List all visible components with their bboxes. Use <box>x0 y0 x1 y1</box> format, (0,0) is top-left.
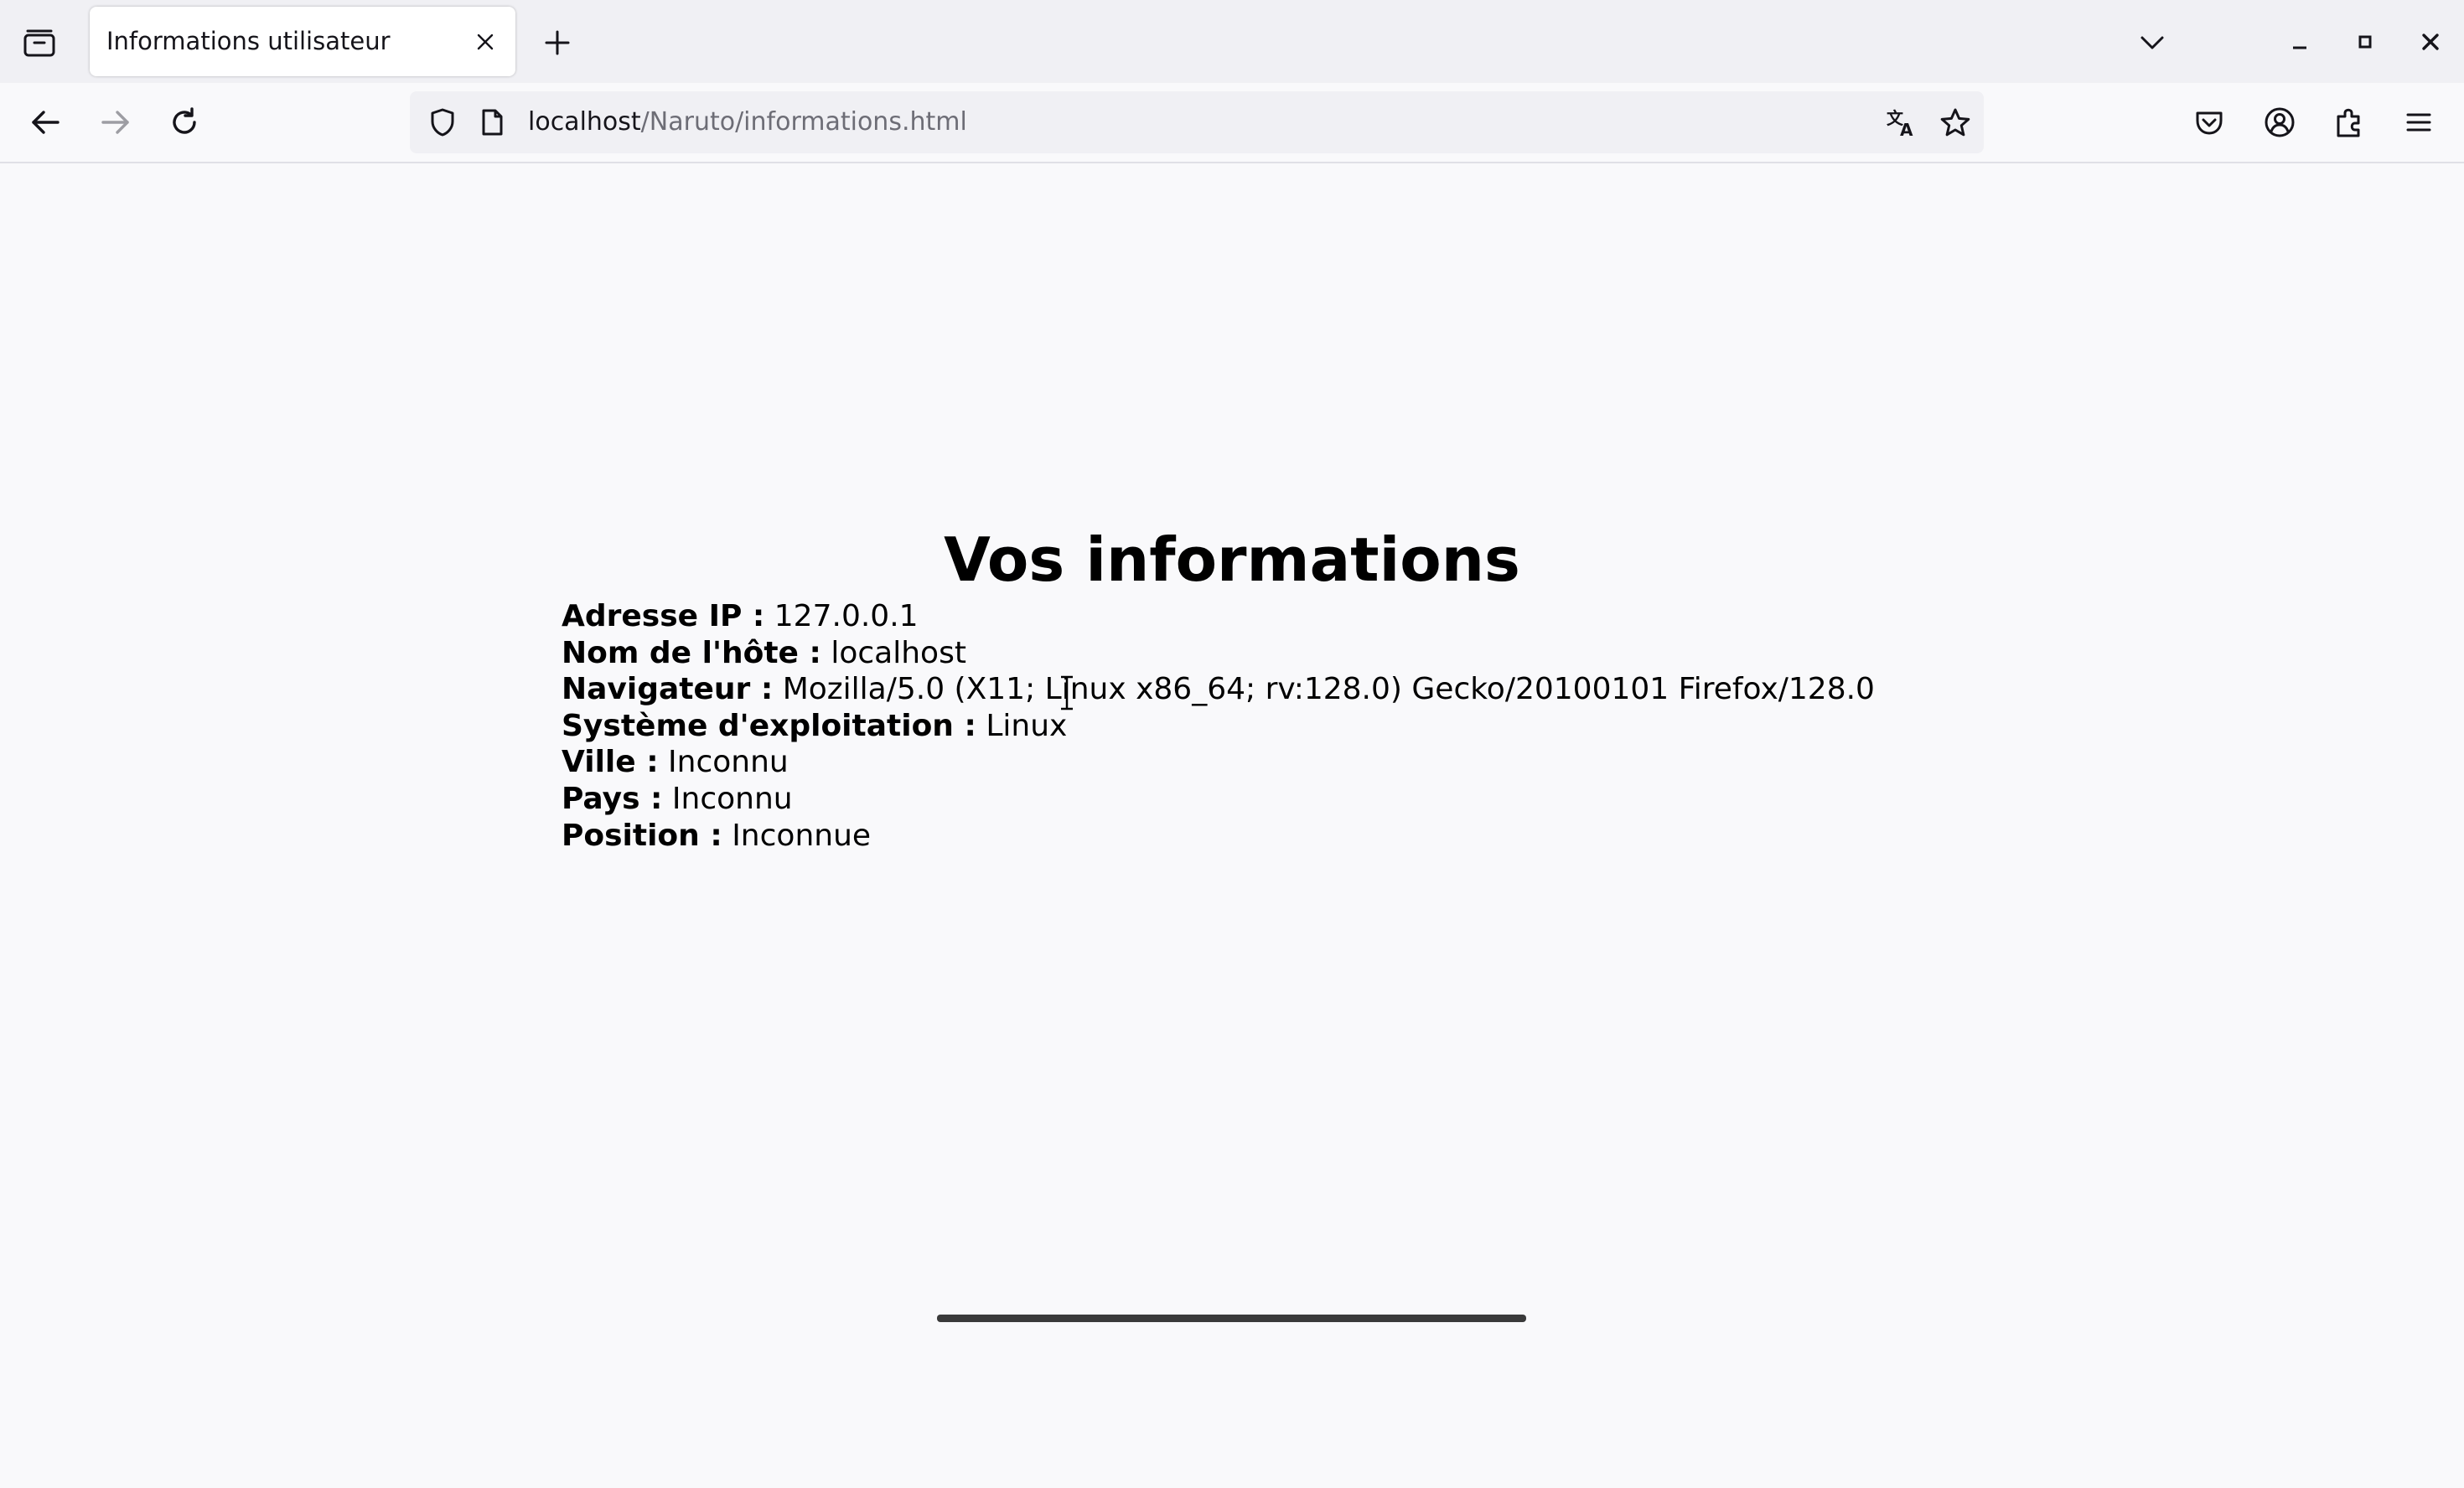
account-button[interactable] <box>2254 97 2305 147</box>
svg-text:A: A <box>1900 120 1913 137</box>
info-label: Ville : <box>562 745 659 780</box>
star-icon <box>1939 107 1971 137</box>
info-value: localhost <box>831 635 966 670</box>
url-text[interactable]: localhost/Naruto/informations.html <box>528 91 967 153</box>
info-row-operating-system: Système d'exploitation : Linux <box>562 708 1875 745</box>
page-content: Vos informations Adresse IP : 127.0.0.1 … <box>0 163 2464 1488</box>
text-cursor-icon <box>1058 674 1076 711</box>
pocket-button[interactable] <box>2184 97 2234 147</box>
info-list: Adresse IP : 127.0.0.1 Nom de l'hôte : l… <box>562 598 1875 854</box>
page-icon <box>480 108 504 137</box>
tab-title: Informations utilisateur <box>106 27 391 55</box>
tab-list-button[interactable] <box>13 18 65 67</box>
hamburger-menu-icon <box>2405 111 2432 134</box>
info-label: Pays : <box>562 781 663 816</box>
list-all-tabs-button[interactable] <box>2129 20 2176 65</box>
info-value: Inconnu <box>668 745 789 780</box>
info-value: 127.0.0.1 <box>774 599 919 633</box>
minimize-button[interactable] <box>2276 18 2323 65</box>
shield-icon <box>429 107 456 137</box>
navigation-toolbar: localhost/Naruto/informations.html 文 A <box>0 83 2464 163</box>
maximize-icon <box>2356 33 2374 51</box>
browser-window: Informations utilisateur localhost/Narut… <box>0 0 2464 1488</box>
close-window-button[interactable] <box>2407 18 2454 65</box>
url-host: localhost <box>528 107 641 137</box>
minimize-icon <box>2291 33 2309 51</box>
info-label: Nom de l'hôte : <box>562 635 821 670</box>
tab-active[interactable]: Informations utilisateur <box>90 7 515 76</box>
translate-icon: 文 A <box>1886 107 1918 137</box>
site-info-button[interactable] <box>475 103 509 142</box>
info-row-browser: Navigateur : Mozilla/5.0 (X11; Linux x86… <box>562 671 1875 708</box>
info-row-city: Ville : Inconnu <box>562 744 1875 781</box>
info-value: Inconnue <box>732 818 872 853</box>
url-bar[interactable]: localhost/Naruto/informations.html 文 A <box>410 91 1984 153</box>
info-label: Navigateur : <box>562 672 774 707</box>
info-value: Mozilla/5.0 (X11; Linux x86_64; rv:128.0… <box>782 672 1875 707</box>
new-tab-button[interactable] <box>536 18 578 67</box>
url-path: /Naruto/informations.html <box>640 107 967 137</box>
plus-icon <box>544 29 571 56</box>
maximize-button[interactable] <box>2342 18 2389 65</box>
reload-icon <box>169 107 199 137</box>
info-label: Système d'exploitation : <box>562 708 976 743</box>
pocket-icon <box>2194 108 2224 137</box>
forward-button[interactable] <box>91 97 141 147</box>
info-value: Inconnu <box>671 781 793 816</box>
tracking-protection-button[interactable] <box>423 103 462 142</box>
translate-button[interactable]: 文 A <box>1882 103 1922 142</box>
info-row-hostname: Nom de l'hôte : localhost <box>562 635 1875 672</box>
arrow-right-icon <box>101 109 131 136</box>
extensions-button[interactable] <box>2324 97 2374 147</box>
info-row-ip-address: Adresse IP : 127.0.0.1 <box>562 598 1875 635</box>
close-tab-button[interactable] <box>467 23 504 60</box>
info-label: Adresse IP : <box>562 599 765 633</box>
tab-strip: Informations utilisateur <box>0 0 2464 83</box>
arrow-left-icon <box>30 109 60 136</box>
account-icon <box>2264 106 2296 138</box>
horizontal-scrollbar[interactable] <box>937 1315 1526 1322</box>
close-icon <box>2421 33 2440 51</box>
info-value: Linux <box>986 708 1068 743</box>
reload-button[interactable] <box>159 97 210 147</box>
tab-list-icon <box>23 28 55 57</box>
chevron-down-icon <box>2140 35 2165 50</box>
bookmark-button[interactable] <box>1935 103 1975 142</box>
application-menu-button[interactable] <box>2394 97 2444 147</box>
info-row-country: Pays : Inconnu <box>562 781 1875 818</box>
puzzle-icon <box>2334 106 2364 138</box>
close-icon <box>476 33 494 51</box>
back-button[interactable] <box>20 97 70 147</box>
info-row-position: Position : Inconnue <box>562 818 1875 855</box>
info-label: Position : <box>562 818 722 853</box>
page-title: Vos informations <box>944 524 1520 595</box>
